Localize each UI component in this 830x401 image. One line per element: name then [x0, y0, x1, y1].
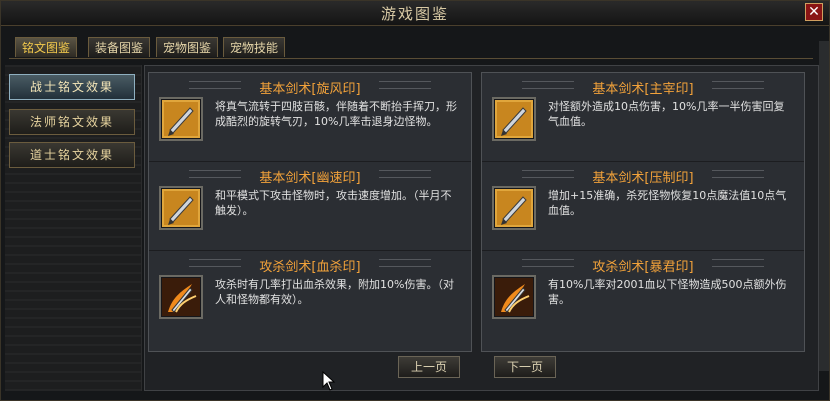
sword-icon[interactable] — [159, 97, 203, 141]
sword-icon[interactable] — [159, 186, 203, 230]
sword-icon[interactable] — [492, 97, 536, 141]
inscription-column-right: 基本剑术[主宰印] 对怪额外造成10点伤害，10%几率一半伤害回复气血值。 基本… — [481, 72, 805, 352]
inscription-title: 基本剑术[压制印] — [592, 171, 694, 186]
inscription-entry: 基本剑术[主宰印] 对怪额外造成10点伤害，10%几率一半伤害回复气血值。 — [482, 73, 804, 162]
title-bar[interactable]: 游戏图鉴 ✕ — [1, 1, 829, 26]
flaming-sword-icon[interactable] — [492, 275, 536, 319]
next-page-button[interactable]: 下一页 — [494, 356, 556, 378]
tab-pet-skills[interactable]: 宠物技能 — [223, 37, 286, 57]
close-button[interactable]: ✕ — [805, 3, 823, 21]
codex-window: 游戏图鉴 ✕ 铭文图鉴 装备图鉴 宠物图鉴 宠物技能 战士铭文效果 法师铭文效果… — [0, 0, 830, 401]
window-title: 游戏图鉴 — [380, 5, 449, 23]
sidebar-item-mage[interactable]: 法师铭文效果 — [9, 109, 135, 135]
inscription-entry: 基本剑术[幽速印] 和平模式下攻击怪物时，攻击速度增加。（半月不触发）。 — [149, 162, 471, 251]
inscription-description: 将真气流转于四肢百骸，伴随着不断抬手挥刀，形成酷烈的旋转气刃，10%几率击退身边… — [215, 100, 457, 128]
inscription-description: 有10%几率对2001血以下怪物造成500点额外伤害。 — [548, 278, 787, 306]
inscription-entry: 攻杀剑术[血杀印] 攻杀时有几率打出血杀效果，附加10%伤害。（对人和怪物都有效… — [149, 251, 471, 339]
inscription-title: 攻杀剑术[血杀印] — [259, 260, 361, 275]
side-frame — [819, 41, 829, 371]
inscription-title: 攻杀剑术[暴君印] — [592, 260, 694, 275]
inscription-description: 攻杀时有几率打出血杀效果，附加10%伤害。（对人和怪物都有效）。 — [215, 278, 454, 306]
inscription-entry: 基本剑术[旋风印] 将真气流转于四肢百骸，伴随着不断抬手挥刀，形成酷烈的旋转气刃… — [149, 73, 471, 162]
prev-page-button[interactable]: 上一页 — [398, 356, 460, 378]
sidebar-item-warrior[interactable]: 战士铭文效果 — [9, 74, 135, 100]
mouse-cursor-icon — [322, 371, 336, 391]
inscription-title: 基本剑术[主宰印] — [592, 82, 694, 97]
sword-icon[interactable] — [492, 186, 536, 230]
tab-bar: 铭文图鉴 装备图鉴 宠物图鉴 宠物技能 — [9, 34, 813, 59]
inscription-description: 增加+15准确，杀死怪物恢复10点魔法值10点气血值。 — [548, 189, 787, 217]
tab-equipment[interactable]: 装备图鉴 — [88, 37, 151, 57]
inscription-entry: 攻杀剑术[暴君印] 有10%几率对2001血以下怪物造成500点额外伤害。 — [482, 251, 804, 339]
inscription-description: 对怪额外造成10点伤害，10%几率一半伤害回复气血值。 — [548, 100, 785, 128]
flaming-sword-icon[interactable] — [159, 275, 203, 319]
inscription-description: 和平模式下攻击怪物时，攻击速度增加。（半月不触发）。 — [215, 189, 452, 217]
inscription-panel: 基本剑术[旋风印] 将真气流转于四肢百骸，伴随着不断抬手挥刀，形成酷烈的旋转气刃… — [144, 65, 819, 391]
class-sidebar: 战士铭文效果 法师铭文效果 道士铭文效果 — [5, 65, 142, 391]
inscription-column-left: 基本剑术[旋风印] 将真气流转于四肢百骸，伴随着不断抬手挥刀，形成酷烈的旋转气刃… — [148, 72, 472, 352]
tab-inscription[interactable]: 铭文图鉴 — [15, 37, 78, 57]
inscription-entry: 基本剑术[压制印] 增加+15准确，杀死怪物恢复10点魔法值10点气血值。 — [482, 162, 804, 251]
inscription-title: 基本剑术[旋风印] — [259, 82, 361, 97]
inscription-title: 基本剑术[幽速印] — [259, 171, 361, 186]
tab-pet[interactable]: 宠物图鉴 — [156, 37, 219, 57]
sidebar-item-taoist[interactable]: 道士铭文效果 — [9, 142, 135, 168]
